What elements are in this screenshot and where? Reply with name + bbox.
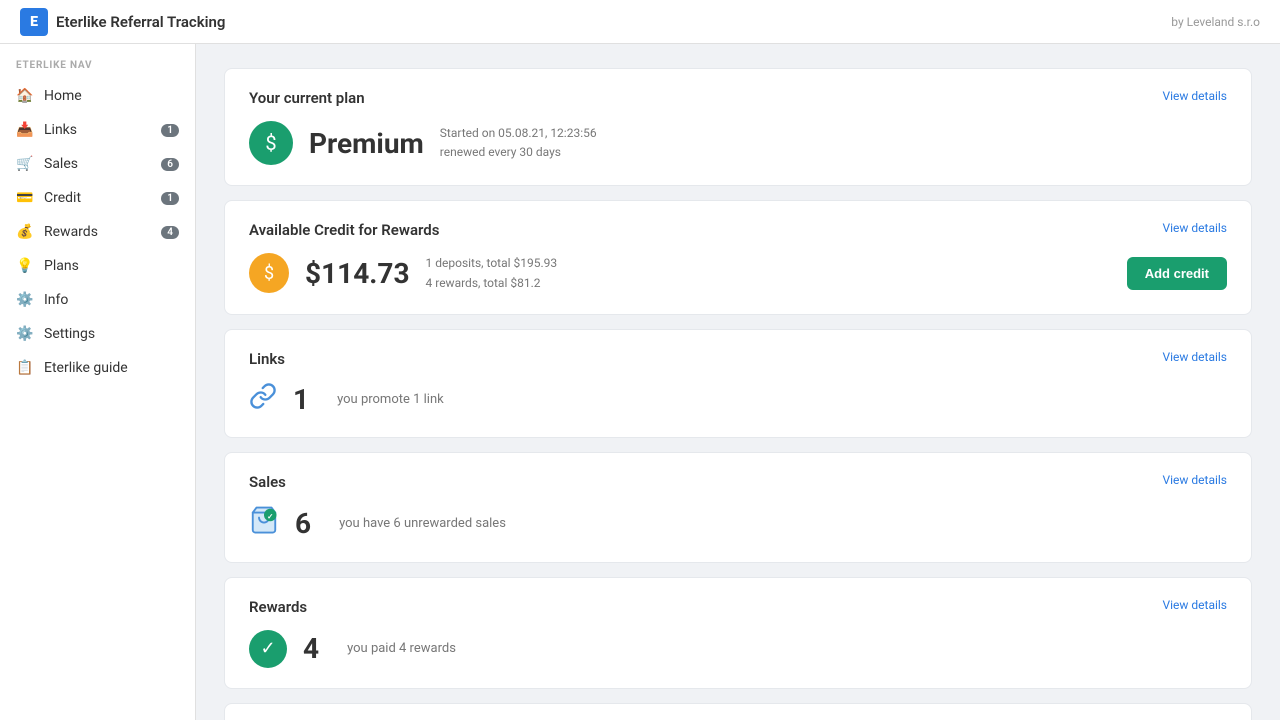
sidebar-sales-label: Sales (44, 156, 151, 172)
plan-card-title: Your current plan (249, 89, 365, 107)
plan-meta: Started on 05.08.21, 12:23:56 renewed ev… (440, 124, 597, 162)
sidebar-item-home[interactable]: 🏠 Home (0, 79, 195, 113)
rewards-badge: 4 (161, 226, 179, 239)
sidebar-item-settings[interactable]: ⚙️ Settings (0, 317, 195, 351)
sidebar-home-label: Home (44, 88, 179, 104)
link-icon (249, 382, 277, 417)
plans-icon: 💡 (16, 257, 34, 275)
links-view-details[interactable]: View details (1162, 350, 1227, 364)
sales-card-body: ✓ 6 you have 6 unrewarded sales (249, 505, 1227, 542)
add-credit-button[interactable]: Add credit (1127, 257, 1227, 290)
rewards-count: 4 (303, 632, 319, 665)
main-content: Your current plan View details $ Premium… (196, 44, 1280, 720)
plan-name: Premium (309, 127, 424, 160)
credit-card-body: $ $114.73 1 deposits, total $195.93 4 re… (249, 253, 1227, 294)
logo-icon: E (20, 8, 48, 36)
rewards-check-icon: ✓ (249, 630, 287, 668)
sidebar-guide-label: Eterlike guide (44, 360, 179, 376)
sidebar: ETERLIKE NAV 🏠 Home 📥 Links 1 🛒 Sales 6 … (0, 44, 196, 720)
sidebar-credit-label: Credit (44, 190, 151, 206)
plan-card: Your current plan View details $ Premium… (224, 68, 1252, 186)
sidebar-item-credit[interactable]: 💳 Credit 1 (0, 181, 195, 215)
credit-card-header: Available Credit for Rewards View detail… (249, 221, 1227, 239)
sales-description: you have 6 unrewarded sales (339, 516, 506, 531)
credit-meta: 1 deposits, total $195.93 4 rewards, tot… (426, 253, 558, 294)
sidebar-info-label: Info (44, 292, 179, 308)
sidebar-item-links[interactable]: 📥 Links 1 (0, 113, 195, 147)
rewards-icon: 💰 (16, 223, 34, 241)
links-count: 1 (293, 383, 309, 416)
links-card-title: Links (249, 350, 285, 368)
credit-amount-icon: $ (249, 253, 289, 293)
links-icon: 📥 (16, 121, 34, 139)
credit-badge: 1 (161, 192, 179, 205)
topbar-by: by Leveland s.r.o (1171, 15, 1260, 29)
sidebar-plans-label: Plans (44, 258, 179, 274)
topbar-left: E Eterlike Referral Tracking (20, 8, 225, 36)
rewards-view-details[interactable]: View details (1162, 598, 1227, 612)
plan-started: Started on 05.08.21, 12:23:56 (440, 124, 597, 143)
sidebar-item-rewards[interactable]: 💰 Rewards 4 (0, 215, 195, 249)
links-description: you promote 1 link (337, 392, 444, 407)
sales-badge: 6 (161, 158, 179, 171)
sales-card-header: Sales View details (249, 473, 1227, 491)
links-badge: 1 (161, 124, 179, 137)
sidebar-item-sales[interactable]: 🛒 Sales 6 (0, 147, 195, 181)
rewards-description: you paid 4 rewards (347, 641, 456, 656)
links-card-header: Links View details (249, 350, 1227, 368)
rewards-card: Rewards View details ✓ 4 you paid 4 rewa… (224, 577, 1252, 689)
credit-amount: $114.73 (305, 257, 410, 290)
plan-card-header: Your current plan View details (249, 89, 1227, 107)
credit-rewards: 4 rewards, total $81.2 (426, 273, 558, 293)
credit-card-title: Available Credit for Rewards (249, 221, 439, 239)
home-icon: 🏠 (16, 87, 34, 105)
topbar: E Eterlike Referral Tracking by Leveland… (0, 0, 1280, 44)
sales-card: Sales View details ✓ 6 you have 6 unrewa… (224, 452, 1252, 563)
sidebar-nav-label: ETERLIKE NAV (0, 60, 195, 79)
credit-card: Available Credit for Rewards View detail… (224, 200, 1252, 315)
sales-view-details[interactable]: View details (1162, 473, 1227, 487)
sales-icon: 🛒 (16, 155, 34, 173)
rewards-card-body: ✓ 4 you paid 4 rewards (249, 630, 1227, 668)
links-card-body: 1 you promote 1 link (249, 382, 1227, 417)
settings-card: Settings View details Confirm rewards ma… (224, 703, 1252, 720)
svg-text:✓: ✓ (267, 512, 273, 521)
plan-renewed: renewed every 30 days (440, 143, 597, 162)
app-logo: E Eterlike Referral Tracking (20, 8, 225, 36)
info-icon: ⚙️ (16, 291, 34, 309)
sales-count: 6 (295, 507, 311, 540)
plan-icon: $ (249, 121, 293, 165)
credit-icon: 💳 (16, 189, 34, 207)
credit-deposits: 1 deposits, total $195.93 (426, 253, 558, 273)
sidebar-item-info[interactable]: ⚙️ Info (0, 283, 195, 317)
guide-icon: 📋 (16, 359, 34, 377)
plan-view-details[interactable]: View details (1162, 89, 1227, 103)
rewards-card-header: Rewards View details (249, 598, 1227, 616)
rewards-card-title: Rewards (249, 598, 307, 616)
sidebar-links-label: Links (44, 122, 151, 138)
sidebar-item-guide[interactable]: 📋 Eterlike guide (0, 351, 195, 385)
sidebar-rewards-label: Rewards (44, 224, 151, 240)
sidebar-item-plans[interactable]: 💡 Plans (0, 249, 195, 283)
credit-view-details[interactable]: View details (1162, 221, 1227, 235)
links-card: Links View details 1 you promote 1 link (224, 329, 1252, 438)
main-layout: ETERLIKE NAV 🏠 Home 📥 Links 1 🛒 Sales 6 … (0, 44, 1280, 720)
cart-icon: ✓ (249, 505, 279, 542)
settings-icon: ⚙️ (16, 325, 34, 343)
sales-card-title: Sales (249, 473, 286, 491)
app-title: Eterlike Referral Tracking (56, 13, 225, 31)
sidebar-settings-label: Settings (44, 326, 179, 342)
plan-card-body: $ Premium Started on 05.08.21, 12:23:56 … (249, 121, 1227, 165)
